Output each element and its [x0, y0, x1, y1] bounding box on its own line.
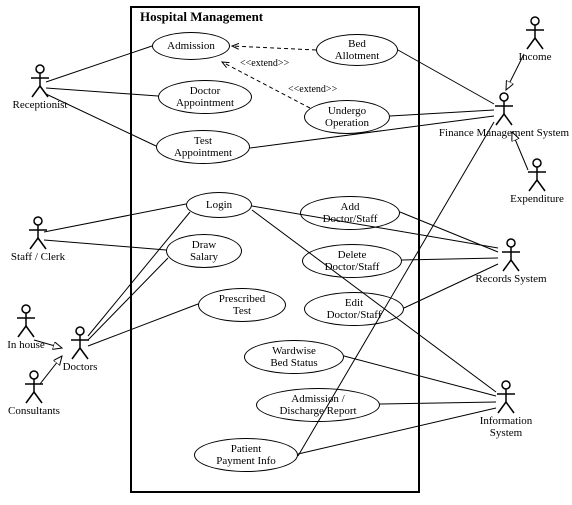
usecase-add-doctor-staff: AddDoctor/Staff [300, 196, 400, 230]
usecase-undergo-operation: UndergoOperation [304, 100, 390, 134]
usecase-test-appointment: TestAppointment [156, 130, 250, 164]
actor-information-system: InformationSystem [466, 380, 546, 439]
stick-figure-icon [23, 370, 45, 404]
usecase-doctor-appointment: DoctorAppointment [158, 80, 252, 114]
usecase-label: Login [206, 199, 232, 211]
usecase-bed-allotment: BedAllotment [316, 34, 398, 66]
stick-figure-icon [526, 158, 548, 192]
diagram-canvas: Hospital Management Admission BedAllotme… [0, 0, 572, 505]
actor-receptionist: Receptionist [6, 64, 74, 112]
actor-expenditure: Expenditure [504, 158, 570, 206]
actor-income: Income [510, 16, 560, 64]
actor-label: Staff / Clerk [6, 252, 70, 264]
actor-label: Records System [466, 274, 556, 286]
actor-label: In house [0, 340, 52, 352]
actor-label: Income [510, 52, 560, 64]
usecase-label: TestAppointment [174, 135, 232, 159]
stick-figure-icon [69, 326, 91, 360]
usecase-login: Login [186, 192, 252, 218]
stick-figure-icon [524, 16, 546, 50]
stereotype-extend-2: <<extend>> [288, 84, 337, 95]
actor-doctors: Doctors [56, 326, 104, 374]
stick-figure-icon [15, 304, 37, 338]
actor-finance-management-system: Finance Management System [438, 92, 570, 140]
usecase-label: EditDoctor/Staff [327, 297, 382, 321]
usecase-draw-salary: DrawSalary [166, 234, 242, 268]
usecase-admission-discharge-report: Admission /Discharge Report [256, 388, 380, 422]
stick-figure-icon [495, 380, 517, 414]
usecase-label: BedAllotment [335, 38, 380, 62]
usecase-label: WardwiseBed Status [270, 345, 317, 369]
usecase-admission: Admission [152, 32, 230, 60]
system-title: Hospital Management [140, 9, 263, 25]
actor-label: InformationSystem [466, 416, 546, 439]
actor-label: Consultants [2, 406, 66, 418]
usecase-label: DoctorAppointment [176, 85, 234, 109]
usecase-label: AddDoctor/Staff [323, 201, 378, 225]
actor-label: Finance Management System [438, 128, 570, 140]
actor-in-house: In house [0, 304, 52, 352]
actor-records-system: Records System [466, 238, 556, 286]
usecase-prescribed-test: PrescribedTest [198, 288, 286, 322]
usecase-label: DeleteDoctor/Staff [325, 249, 380, 273]
usecase-label: DrawSalary [190, 239, 218, 263]
actor-label: Expenditure [504, 194, 570, 206]
stick-figure-icon [27, 216, 49, 250]
stereotype-extend-1: <<extend>> [240, 58, 289, 69]
stick-figure-icon [500, 238, 522, 272]
usecase-label: PatientPayment Info [216, 443, 276, 467]
usecase-label: Admission /Discharge Report [279, 393, 356, 417]
usecase-label: PrescribedTest [219, 293, 265, 317]
actor-staff-clerk: Staff / Clerk [6, 216, 70, 264]
actor-consultants: Consultants [2, 370, 66, 418]
usecase-label: Admission [167, 40, 215, 52]
stick-figure-icon [493, 92, 515, 126]
stick-figure-icon [29, 64, 51, 98]
usecase-delete-doctor-staff: DeleteDoctor/Staff [302, 244, 402, 278]
usecase-edit-doctor-staff: EditDoctor/Staff [304, 292, 404, 326]
actor-label: Receptionist [6, 100, 74, 112]
usecase-wardwise-bed-status: WardwiseBed Status [244, 340, 344, 374]
usecase-label: UndergoOperation [325, 105, 369, 129]
usecase-patient-payment-info: PatientPayment Info [194, 438, 298, 472]
